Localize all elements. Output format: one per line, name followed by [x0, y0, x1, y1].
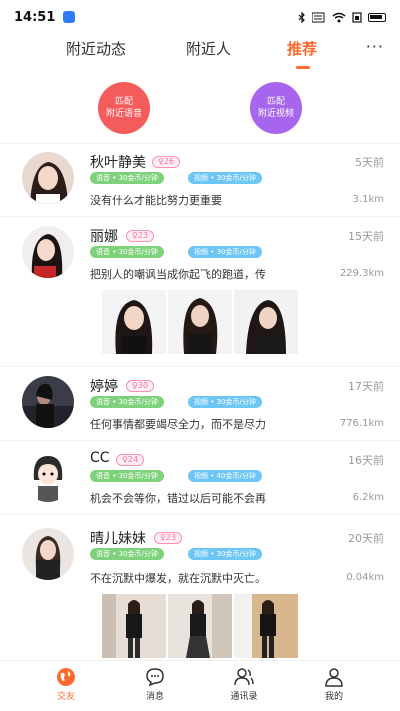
tab-recommend[interactable]: 推荐 [287, 38, 317, 59]
distance: 776.1km [339, 418, 384, 429]
list-item[interactable]: 晴儿妹妹 ♀23 20天前 语音 • 30金币/分钟 视频 • 30金币/分钟 … [0, 522, 400, 660]
more-menu-button[interactable]: ··· [366, 37, 384, 56]
post-photo[interactable] [168, 594, 232, 658]
distance: 229.3km [339, 268, 384, 279]
avatar[interactable] [22, 152, 74, 204]
status-time: 14:51 [14, 9, 56, 25]
bluetooth-icon [298, 11, 305, 23]
post-time: 5天前 [355, 156, 384, 169]
user-icon [325, 668, 343, 687]
user-name[interactable]: 丽娜 [90, 226, 118, 246]
status-text: 没有什么才能比努力更重要 [90, 194, 222, 207]
post-time: 17天前 [348, 380, 384, 393]
status-icons [298, 11, 386, 23]
divider [0, 514, 400, 515]
user-name[interactable]: 晴儿妹妹 [90, 528, 146, 548]
nav-label: 我的 [324, 692, 343, 702]
tab-nearby-people[interactable]: 附近人 [186, 38, 231, 59]
match-nearby-voice-button[interactable]: 匹配 附近语音 [98, 82, 150, 134]
avatar[interactable] [22, 450, 74, 502]
age-badge: ♀30 [126, 380, 155, 392]
divider [0, 143, 400, 144]
distance: 3.1km [352, 194, 384, 205]
top-tabs: 附近动态 附近人 推荐 [0, 38, 400, 69]
post-photo[interactable] [234, 290, 298, 354]
post-time: 16天前 [348, 454, 384, 467]
divider [0, 440, 400, 441]
match-voice-line2: 附近语音 [105, 109, 142, 119]
post-time: 15天前 [348, 230, 384, 243]
post-photo[interactable] [102, 290, 166, 354]
globe-icon [57, 668, 75, 686]
nav-mine[interactable]: 我的 [304, 667, 364, 702]
nav-label: 交友 [56, 692, 75, 702]
user-name[interactable]: CC [90, 450, 110, 466]
post-photo[interactable] [168, 290, 232, 354]
age-badge: ♀24 [116, 454, 145, 466]
age-badge: ♀23 [154, 532, 183, 544]
divider [0, 216, 400, 217]
nav-make-friends[interactable]: 交友 [36, 667, 96, 702]
avatar[interactable] [22, 226, 74, 278]
voice-price-pill: 语音 • 30金币/分钟 [90, 396, 164, 408]
chat-bubble-icon [146, 668, 164, 687]
status-bar: 14:51 [0, 0, 400, 34]
list-item[interactable]: CC ♀24 16天前 语音 • 30金币/分钟 视频 • 40金币/分钟 机会… [0, 444, 400, 512]
video-price-pill: 视频 • 40金币/分钟 [188, 470, 262, 482]
user-name[interactable]: 婷婷 [90, 376, 118, 396]
nav-label: 消息 [145, 692, 164, 702]
list-item[interactable]: 秋叶静美 ♀26 5天前 语音 • 30金币/分钟 视频 • 30金币/分钟 没… [0, 146, 400, 214]
age-badge: ♀23 [126, 230, 155, 242]
match-video-line2: 附近视频 [257, 109, 294, 119]
list-item[interactable]: 婷婷 ♀30 17天前 语音 • 30金币/分钟 视频 • 30金币/分钟 任何… [0, 370, 400, 438]
match-nearby-video-button[interactable]: 匹配 附近视频 [250, 82, 302, 134]
voice-price-pill: 语音 • 30金币/分钟 [90, 172, 164, 184]
post-photo[interactable] [102, 594, 166, 658]
status-text: 不在沉默中爆发，就在沉默中灭亡。 [90, 572, 266, 585]
notification-app-icon [63, 11, 76, 23]
wifi-icon [332, 12, 346, 22]
distance: 6.2km [352, 492, 384, 503]
tab-nearby-feed[interactable]: 附近动态 [66, 38, 126, 59]
video-price-pill: 视频 • 30金币/分钟 [188, 172, 262, 184]
match-video-line1: 匹配 [266, 97, 285, 107]
nav-label: 通讯录 [230, 692, 258, 702]
voice-price-pill: 语音 • 30金币/分钟 [90, 470, 164, 482]
status-text: 机会不会等你，错过以后可能不会再 [90, 492, 266, 505]
match-voice-line1: 匹配 [114, 97, 133, 107]
video-price-pill: 视频 • 30金币/分钟 [188, 548, 262, 560]
list-item[interactable]: 丽娜 ♀23 15天前 语音 • 30金币/分钟 视频 • 30金币/分钟 把别… [0, 220, 400, 370]
voice-price-pill: 语音 • 30金币/分钟 [90, 548, 164, 560]
distance: 0.04km [346, 572, 384, 583]
voice-price-pill: 语音 • 30金币/分钟 [90, 246, 164, 258]
battery-icon [368, 12, 386, 22]
avatar[interactable] [22, 528, 74, 580]
status-text: 任何事情都要竭尽全力，而不是尽力 [90, 418, 266, 431]
avatar[interactable] [22, 376, 74, 428]
status-text: 把别人的嘲讽当成你起飞的跑道，传 [90, 268, 266, 281]
nav-contacts[interactable]: 通讯录 [214, 667, 274, 702]
post-photo[interactable] [234, 594, 298, 658]
contacts-icon [234, 668, 254, 686]
user-name[interactable]: 秋叶静美 [90, 152, 146, 172]
divider [0, 366, 400, 367]
age-badge: ♀26 [152, 156, 181, 168]
bottom-nav: 交友 消息 通讯录 我的 [0, 660, 400, 711]
post-time: 20天前 [348, 532, 384, 545]
active-tab-indicator [296, 66, 310, 69]
nav-messages[interactable]: 消息 [125, 667, 185, 702]
sim-icon [352, 11, 362, 23]
network-speed-icon [312, 12, 325, 22]
video-price-pill: 视频 • 30金币/分钟 [188, 396, 262, 408]
video-price-pill: 视频 • 30金币/分钟 [188, 246, 262, 258]
